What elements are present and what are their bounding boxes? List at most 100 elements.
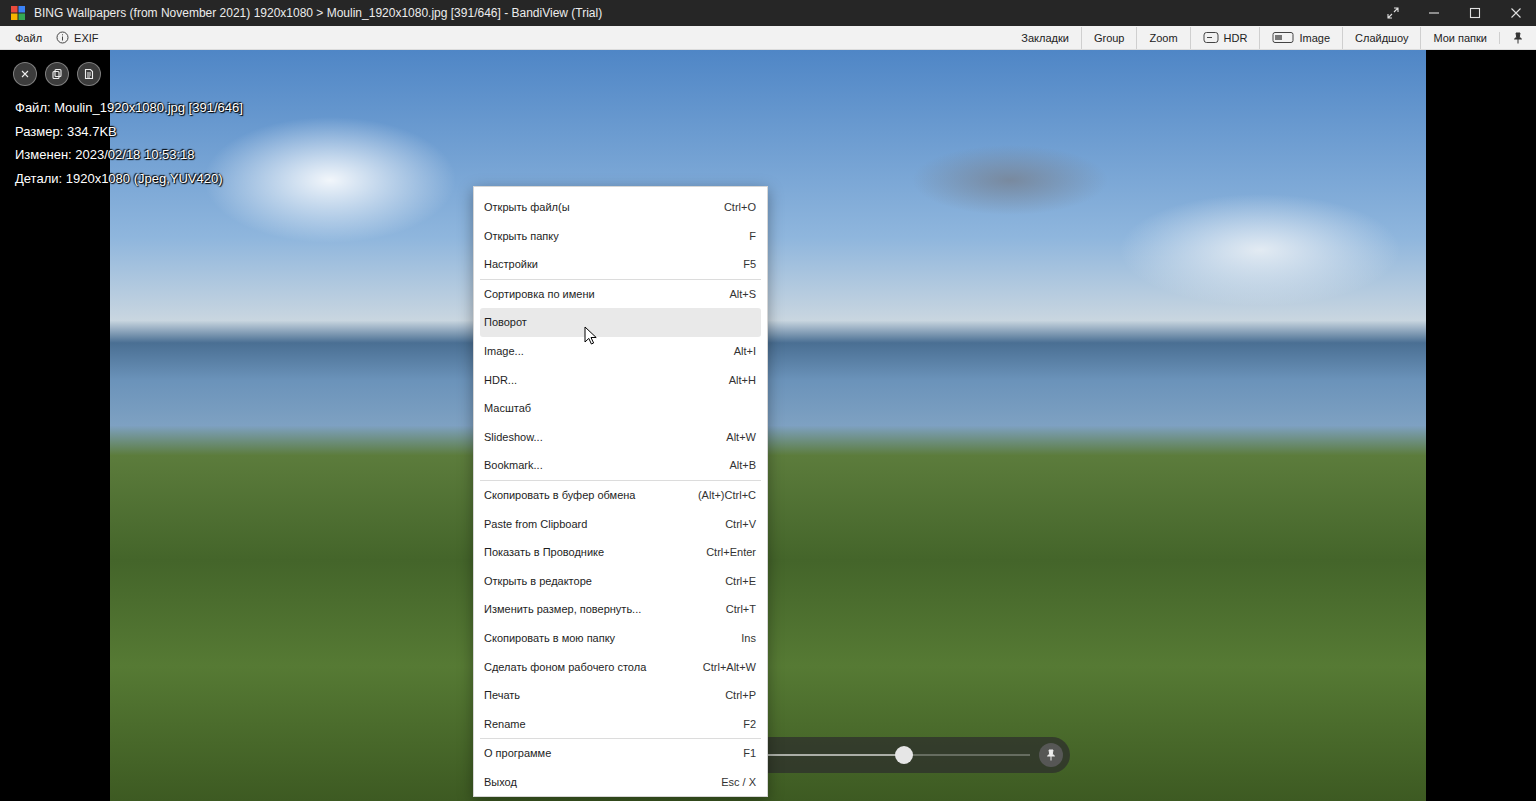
app-logo-icon: [10, 5, 26, 21]
photo: [110, 50, 1426, 801]
context-menu-item[interactable]: Slideshow...Alt+W: [474, 423, 767, 452]
context-menu-item[interactable]: RenameF2: [474, 710, 767, 739]
context-menu-item[interactable]: Открыть в редактореCtrl+E: [474, 567, 767, 596]
fullscreen-button[interactable]: [1372, 0, 1413, 26]
context-menu-item[interactable]: Скопировать в мою папкуIns: [474, 624, 767, 653]
menu-item[interactable]: Мои папки: [1420, 27, 1499, 49]
menu-item-shortcut: Alt+B: [715, 457, 756, 474]
close-icon[interactable]: [19, 68, 31, 80]
menu-item-shortcut: (Alt+)Ctrl+C: [684, 487, 756, 504]
info-line: Изменен: 2023/02/18 10:53:18: [15, 143, 243, 167]
menu-label[interactable]: Image: [1299, 27, 1330, 49]
maximize-icon[interactable]: [1469, 7, 1481, 19]
context-menu-item[interactable]: О программе F1: [474, 739, 767, 768]
menu-item-label[interactable]: Поворот: [484, 314, 527, 331]
copy-button[interactable]: [45, 62, 69, 86]
context-menu-item[interactable]: НастройкиF5: [474, 250, 767, 279]
context-menu-item[interactable]: Масштаб: [474, 394, 767, 423]
close-overlay-button[interactable]: [13, 62, 37, 86]
menu-item-label[interactable]: Печать: [484, 687, 520, 704]
menu-item-label[interactable]: Открыть файл(ы: [484, 199, 570, 216]
menu-label[interactable]: Файл: [15, 27, 42, 49]
fullscreen-icon[interactable]: [1387, 7, 1399, 19]
menu-item-label[interactable]: Сделать фоном рабочего стола: [484, 659, 646, 676]
close-button[interactable]: [1495, 0, 1536, 26]
context-menu-item[interactable]: Paste from ClipboardCtrl+V: [474, 510, 767, 539]
context-menu-item[interactable]: Скопировать в буфер обмена (Alt+)Ctrl+C: [474, 481, 767, 510]
menu-label[interactable]: Zoom: [1149, 27, 1177, 49]
hdr-icon[interactable]: [1203, 31, 1219, 44]
maximize-button[interactable]: [1454, 0, 1495, 26]
info-icon[interactable]: [56, 31, 69, 44]
image-icon[interactable]: [1272, 31, 1294, 44]
menu-item-shortcut: Ctrl+O: [710, 199, 756, 216]
context-menu-item[interactable]: Открыть файл(ы Ctrl+O: [474, 193, 767, 222]
menu-label[interactable]: Мои папки: [1433, 27, 1487, 49]
menu-item-label[interactable]: Сортировка по имени: [484, 286, 595, 303]
file-info-button[interactable]: [77, 62, 101, 86]
context-menu-item[interactable]: HDR... Alt+H: [474, 366, 767, 395]
menu-item[interactable]: Zoom: [1136, 27, 1189, 49]
menu-item-label[interactable]: Bookmark...: [484, 457, 543, 474]
app-window: BING Wallpapers (from November 2021) 192…: [0, 0, 1536, 801]
menu-item-label[interactable]: Скопировать в буфер обмена: [484, 487, 635, 504]
info-line: Файл: Moulin_1920x1080.jpg [391/646]: [15, 96, 243, 120]
mouse-cursor-icon: [584, 326, 597, 345]
menu-item[interactable]: HDR: [1190, 27, 1260, 49]
menu-item-label[interactable]: Показать в Проводнике: [484, 544, 604, 561]
menu-item-shortcut: F1: [729, 745, 756, 762]
window-title: BING Wallpapers (from November 2021) 192…: [34, 4, 1372, 22]
menu-item-shortcut: Alt+H: [715, 372, 756, 389]
menu-item-label[interactable]: Изменить размер, повернуть...: [484, 601, 641, 618]
menu-item[interactable]: Закладки: [1009, 27, 1081, 49]
copy-icon[interactable]: [51, 68, 63, 80]
context-menu-item[interactable]: Выход Esc / X: [474, 768, 767, 797]
menu-item-label[interactable]: Масштаб: [484, 400, 531, 417]
context-menu-item[interactable]: Bookmark... Alt+B: [474, 451, 767, 480]
menu-label[interactable]: Слайдшоу: [1355, 27, 1408, 49]
context-menu-item[interactable]: Печать Ctrl+P: [474, 681, 767, 710]
menu-item-shortcut: Ctrl+Enter: [692, 544, 756, 561]
navigator-knob[interactable]: [895, 746, 913, 764]
menu-item-shortcut: Esc / X: [707, 774, 756, 791]
document-icon[interactable]: [83, 68, 95, 80]
menu-item-label[interactable]: Slideshow...: [484, 429, 543, 446]
menu-item[interactable]: Файл: [3, 27, 54, 49]
pin-icon[interactable]: [1045, 749, 1057, 761]
menu-item-label[interactable]: Paste from Clipboard: [484, 516, 587, 533]
context-menu-item[interactable]: Показать в Проводнике Ctrl+Enter: [474, 538, 767, 567]
menu-label[interactable]: Закладки: [1021, 27, 1069, 49]
context-menu-item[interactable]: Сделать фоном рабочего столаCtrl+Alt+W: [474, 653, 767, 682]
info-line: Детали: 1920x1080 (Jpeg,YUV420): [15, 167, 243, 191]
menu-item-label[interactable]: Открыть папку: [484, 228, 559, 245]
pin-button[interactable]: [1499, 32, 1536, 44]
menu-item-label[interactable]: О программе: [484, 745, 551, 762]
pin-icon[interactable]: [1512, 32, 1524, 44]
menu-label[interactable]: EXIF: [74, 27, 98, 49]
context-menu-item[interactable]: Изменить размер, повернуть...Ctrl+T: [474, 595, 767, 624]
minimize-button[interactable]: [1413, 0, 1454, 26]
menu-item[interactable]: Image: [1259, 27, 1342, 49]
menu-item[interactable]: EXIF: [54, 27, 110, 49]
minimize-icon[interactable]: [1428, 7, 1440, 19]
overlay-buttons: [13, 62, 101, 86]
context-menu-item[interactable]: Сортировка по имениAlt+S: [474, 280, 767, 309]
menu-item-label[interactable]: Rename: [484, 716, 526, 733]
menu-item[interactable]: Слайдшоу: [1342, 27, 1420, 49]
menu-item-label[interactable]: Выход: [484, 774, 517, 791]
menu-label[interactable]: Group: [1094, 27, 1125, 49]
context-menu-item[interactable]: Поворот: [480, 308, 761, 337]
context-menu-item[interactable]: Открыть папкуF: [474, 222, 767, 251]
menu-item-label[interactable]: Скопировать в мою папку: [484, 630, 615, 647]
menu-item-label[interactable]: Открыть в редакторе: [484, 573, 592, 590]
menu-item-label[interactable]: Настройки: [484, 256, 538, 273]
context-menu-item[interactable]: Image...Alt+I: [474, 337, 767, 366]
menu-item[interactable]: Group: [1081, 27, 1137, 49]
close-icon[interactable]: [1510, 7, 1522, 19]
menu-item-shortcut: Ctrl+P: [711, 687, 756, 704]
navigator-pin-button[interactable]: [1039, 743, 1063, 767]
context-menu: Открыть файл(ыCtrl+OОткрыть папкуFНастро…: [473, 186, 768, 797]
menu-item-label[interactable]: Image...: [484, 343, 524, 360]
menu-item-label[interactable]: HDR...: [484, 372, 517, 389]
menu-label[interactable]: HDR: [1224, 27, 1248, 49]
